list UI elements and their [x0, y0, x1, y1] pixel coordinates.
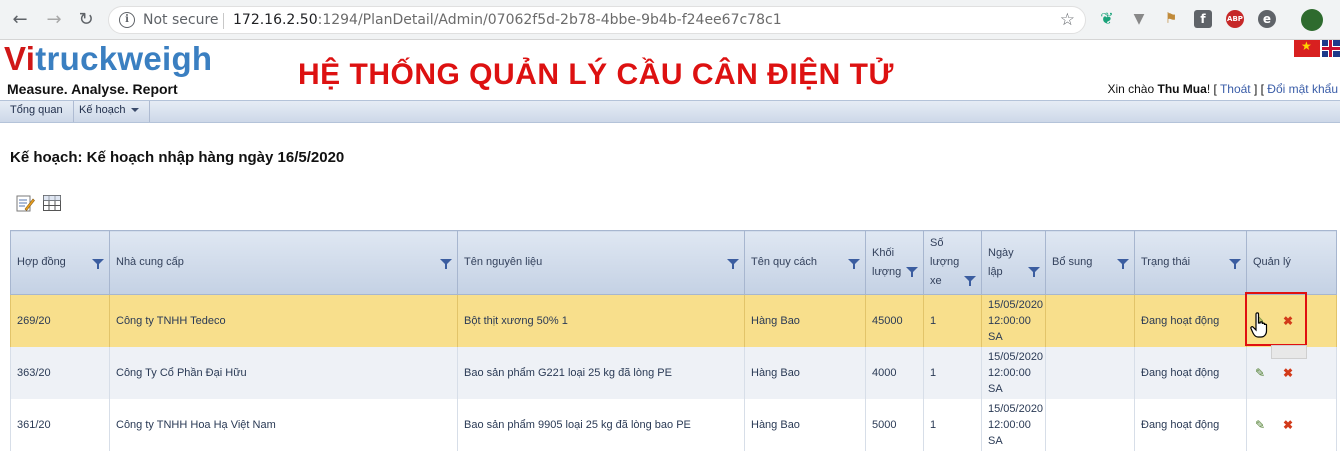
column-header-trucks[interactable]: Số lượng xe	[923, 230, 982, 295]
plan-detail-table: Hợp đồng Nhà cung cấp Tên nguyên liệu Tê…	[10, 230, 1337, 451]
extension-adblock-icon[interactable]: ABP	[1226, 10, 1244, 28]
forward-arrow-icon[interactable]: →	[42, 8, 66, 32]
brand-logo[interactable]: Vitruckweigh	[4, 40, 212, 78]
hand-cursor-icon	[1250, 312, 1268, 338]
chevron-down-icon	[131, 108, 140, 113]
cell-trucks: 1	[923, 398, 982, 451]
info-icon[interactable]: i	[119, 12, 135, 28]
change-password-link[interactable]: Đổi mật khẩu	[1267, 82, 1338, 96]
column-header-supplier[interactable]: Nhà cung cấp	[109, 230, 458, 295]
filter-icon[interactable]	[440, 258, 452, 270]
table-header-row: Hợp đồng Nhà cung cấp Tên nguyên liệu Tê…	[10, 230, 1337, 295]
cell-contract: 363/20	[10, 346, 110, 399]
cell-weight: 4000	[865, 346, 924, 399]
cell-trucks: 1	[923, 346, 982, 399]
url-text[interactable]: 172.16.2.50:1294/PlanDetail/Admin/07062f…	[233, 12, 782, 28]
user-name: Thu Mua	[1157, 82, 1207, 96]
page-title: Kế hoạch: Kế hoạch nhập hàng ngày 16/5/2…	[10, 149, 345, 166]
system-title: HỆ THỐNG QUẢN LÝ CẦU CÂN ĐIỆN TỬ	[298, 58, 894, 91]
app-header: Vitruckweigh Measure. Analyse. Report HỆ…	[0, 39, 1340, 100]
column-header-date[interactable]: Ngày lập	[981, 230, 1046, 295]
filter-icon[interactable]	[92, 258, 104, 270]
delete-x-icon[interactable]: ✖	[1281, 366, 1295, 380]
filter-icon[interactable]	[1028, 266, 1040, 278]
cell-extra	[1045, 294, 1135, 347]
filter-icon[interactable]	[848, 258, 860, 270]
browser-toolbar: ← → ↻ i Not secure 172.16.2.50:1294/Plan…	[0, 0, 1340, 40]
extension-bird-icon[interactable]: ❦	[1098, 10, 1116, 28]
filter-icon[interactable]	[1117, 258, 1129, 270]
cell-extra	[1045, 398, 1135, 451]
menu-item-overview[interactable]: Tổng quan	[0, 101, 74, 122]
extension-v-icon[interactable]: ▼	[1130, 10, 1148, 28]
security-label: Not secure	[143, 12, 219, 28]
profile-avatar[interactable]	[1301, 9, 1323, 31]
column-header-weight[interactable]: Khối lượng	[865, 230, 924, 295]
table-row[interactable]: 363/20 Công Ty Cổ Phần Đại Hữu Bao sản p…	[10, 346, 1337, 399]
cell-material: Bao sản phẩm 9905 loại 25 kg đã lòng bao…	[457, 398, 745, 451]
cell-spec: Hàng Bao	[744, 398, 866, 451]
bookmark-star-icon[interactable]: ☆	[1060, 10, 1075, 30]
filter-icon[interactable]	[1229, 258, 1241, 270]
cell-date: 15/05/2020 12:00:00 SA	[981, 346, 1046, 399]
extension-facebook-icon[interactable]: f	[1194, 10, 1212, 28]
cell-status: Đang hoạt động	[1134, 346, 1247, 399]
cell-extra	[1045, 346, 1135, 399]
column-header-status[interactable]: Trạng thái	[1134, 230, 1247, 295]
cell-weight: 45000	[865, 294, 924, 347]
cell-trucks: 1	[923, 294, 982, 347]
cell-contract: 361/20	[10, 398, 110, 451]
cell-status: Đang hoạt động	[1134, 398, 1247, 451]
logout-link[interactable]: Thoát	[1220, 82, 1251, 96]
cell-date: 15/05/2020 12:00:00 SA	[981, 398, 1046, 451]
cell-weight: 5000	[865, 398, 924, 451]
edit-notes-icon[interactable]	[15, 193, 35, 213]
address-bar[interactable]: i Not secure 172.16.2.50:1294/PlanDetail…	[108, 6, 1086, 34]
main-menu: Tổng quan Kế hoạch	[0, 100, 1340, 123]
tooltip	[1271, 345, 1307, 359]
cell-supplier: Công Ty Cổ Phần Đại Hữu	[109, 346, 458, 399]
extension-pin-icon[interactable]: ⚑	[1162, 10, 1180, 28]
address-divider	[223, 13, 224, 29]
cell-supplier: Công ty TNHH Tedeco	[109, 294, 458, 347]
brand-tagline: Measure. Analyse. Report	[7, 81, 178, 97]
table-row[interactable]: 269/20 Công ty TNHH Tedeco Bột thịt xươn…	[10, 294, 1337, 347]
delete-x-icon[interactable]: ✖	[1281, 418, 1295, 432]
column-header-spec[interactable]: Tên quy cách	[744, 230, 866, 295]
column-header-material[interactable]: Tên nguyên liệu	[457, 230, 745, 295]
plan-detail-grid: Hợp đồng Nhà cung cấp Tên nguyên liệu Tê…	[10, 230, 1337, 451]
user-greeting: Xin chào Thu Mua! [ Thoát ] [ Đổi mật kh…	[1107, 82, 1338, 96]
cell-date: 15/05/2020 12:00:00 SA	[981, 294, 1046, 347]
back-arrow-icon[interactable]: ←	[8, 8, 32, 32]
menu-item-plan[interactable]: Kế hoạch	[69, 101, 151, 122]
vietnamese-flag-icon[interactable]	[1294, 39, 1320, 57]
grid-view-icon[interactable]	[42, 193, 62, 213]
reload-icon[interactable]: ↻	[74, 8, 98, 32]
english-flag-icon[interactable]	[1322, 40, 1340, 57]
table-row[interactable]: 361/20 Công ty TNHH Hoa Hạ Việt Nam Bao …	[10, 398, 1337, 451]
extension-circle-icon[interactable]: e	[1258, 10, 1276, 28]
column-header-extra[interactable]: Bổ sung	[1045, 230, 1135, 295]
cell-material: Bao sản phẩm G221 loại 25 kg đã lòng PE	[457, 346, 745, 399]
cell-actions: ✎ ✖	[1246, 398, 1337, 451]
cell-status: Đang hoạt động	[1134, 294, 1247, 347]
column-header-manage: Quản lý	[1246, 230, 1337, 295]
cell-spec: Hàng Bao	[744, 294, 866, 347]
cell-supplier: Công ty TNHH Hoa Hạ Việt Nam	[109, 398, 458, 451]
filter-icon[interactable]	[906, 266, 918, 278]
cell-spec: Hàng Bao	[744, 346, 866, 399]
cell-contract: 269/20	[10, 294, 110, 347]
column-header-contract[interactable]: Hợp đồng	[10, 230, 110, 295]
edit-pencil-icon[interactable]: ✎	[1253, 366, 1267, 380]
filter-icon[interactable]	[964, 275, 976, 287]
edit-pencil-icon[interactable]: ✎	[1253, 418, 1267, 432]
cell-material: Bột thịt xương 50% 1	[457, 294, 745, 347]
filter-icon[interactable]	[727, 258, 739, 270]
